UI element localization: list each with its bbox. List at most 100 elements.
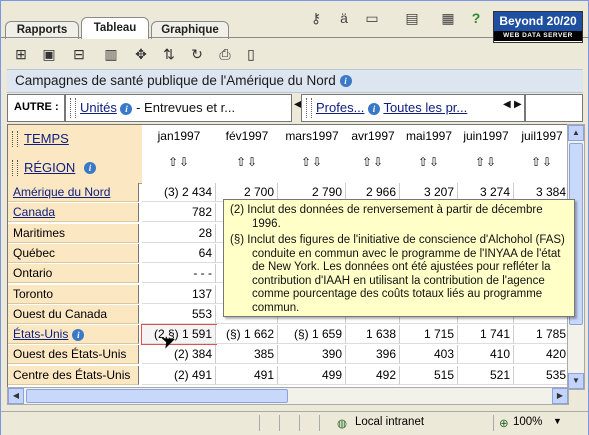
profession-info-icon[interactable]: i <box>368 102 381 115</box>
column-header-label[interactable]: avr1997 <box>346 129 400 143</box>
column-header: mai1997 ⇧⇩ <box>400 125 459 184</box>
column-header-label[interactable]: mars1997 <box>278 129 346 143</box>
table-cell[interactable]: 553 <box>142 305 216 324</box>
time-axis-link[interactable]: TEMPS <box>24 131 69 146</box>
table-cell[interactable]: (§) 1 659 <box>278 325 346 344</box>
column-icon[interactable]: ▥ <box>99 43 123 65</box>
row-header-label[interactable]: Canada <box>13 205 55 219</box>
spellcheck-icon[interactable]: ▦ <box>439 9 457 27</box>
table-cell[interactable]: 64 <box>142 244 216 263</box>
table-cell[interactable]: - - - <box>142 264 216 283</box>
table-cell[interactable]: 535 <box>514 366 568 385</box>
table-cell[interactable]: (2) 491 <box>142 366 216 385</box>
scroll-right-button[interactable]: ▶ <box>552 388 568 404</box>
table-icon[interactable]: ▣ <box>37 43 61 65</box>
dimension-units-selector[interactable]: Unités i - Entrevues et r... <box>65 94 292 122</box>
logo-line1: Beyond 20/20 <box>494 12 582 31</box>
table-cell[interactable]: 403 <box>400 345 458 364</box>
row-header-label: Ouest des États-Unis <box>13 347 127 361</box>
pivot-icon[interactable]: ⊞ <box>9 43 33 65</box>
browser-window: Rapports Tableau Graphique ⚷ ä ▭ ▤ ▦ ? B… <box>0 0 589 435</box>
table-cell[interactable]: (2,§) 1 591 <box>141 324 217 345</box>
row-header[interactable]: Amérique du Nord <box>8 183 139 202</box>
title-info-icon[interactable]: i <box>339 75 352 88</box>
table-cell[interactable]: 1 741 <box>458 325 514 344</box>
table-cell[interactable]: 1 638 <box>346 325 400 344</box>
sort-arrows-icon[interactable]: ⇧⇩ <box>400 155 458 169</box>
table-cell[interactable]: 1 715 <box>400 325 458 344</box>
units-info-icon[interactable]: i <box>120 102 133 115</box>
help-icon[interactable]: ? <box>467 9 485 27</box>
table-cell[interactable]: (3) 2 434 <box>142 183 216 202</box>
footnote-section: (§) Inclut des figures de l'initiative d… <box>230 234 568 315</box>
column-header-label[interactable]: fév1997 <box>216 129 278 143</box>
table-cell[interactable]: 492 <box>346 366 400 385</box>
table-cell[interactable]: 385 <box>216 345 278 364</box>
row-header-label[interactable]: Amérique du Nord <box>13 185 110 199</box>
drag-handle[interactable] <box>12 160 18 176</box>
table-cell[interactable]: 137 <box>142 285 216 304</box>
table-cell[interactable]: 420 <box>514 345 568 364</box>
table-cell[interactable]: 499 <box>278 366 346 385</box>
row-header: Ouest du Canada <box>8 305 139 324</box>
dimension-units-link[interactable]: Unités <box>80 100 117 115</box>
table-cell[interactable]: 521 <box>458 366 514 385</box>
dimension-profession-link[interactable]: Profes... <box>316 100 364 115</box>
table-cell[interactable]: (§) 1 662 <box>216 325 278 344</box>
sort-arrows-icon[interactable]: ⇧⇩ <box>514 155 568 169</box>
table-cell[interactable]: 410 <box>458 345 514 364</box>
table-cell[interactable]: 782 <box>142 203 216 222</box>
table-cell[interactable]: 396 <box>346 345 400 364</box>
move-icon[interactable]: ✥ <box>129 43 153 65</box>
row-header[interactable]: Canada <box>8 203 139 222</box>
key-icon[interactable]: ⚷ <box>307 9 325 27</box>
region-axis-link[interactable]: RÉGION <box>24 160 75 175</box>
table-cell[interactable]: 491 <box>216 366 278 385</box>
scroll-up-button[interactable]: ▲ <box>568 125 584 141</box>
drag-handle[interactable] <box>70 98 76 118</box>
horizontal-scroll-thumb[interactable] <box>26 389 288 403</box>
column-header-label[interactable]: juil1997 <box>514 129 568 143</box>
column-header-label[interactable]: juin1997 <box>458 129 514 143</box>
zoom-level[interactable]: 100% <box>513 416 542 428</box>
zoom-dropdown-icon[interactable]: ▼ <box>553 416 562 426</box>
footnote-section-mark: (§) <box>230 234 245 246</box>
tab-tableau[interactable]: Tableau <box>81 17 149 39</box>
window-icon[interactable]: ▤ <box>403 9 421 27</box>
printer-icon[interactable]: ⎙ <box>213 43 237 65</box>
table-cell[interactable]: 390 <box>278 345 346 364</box>
sort-icon[interactable]: ⇅ <box>157 43 181 65</box>
row-header[interactable]: États-Unis i <box>8 325 139 344</box>
table-cell[interactable]: 515 <box>400 366 458 385</box>
column-header-label[interactable]: mai1997 <box>400 129 458 143</box>
sort-arrows-icon[interactable]: ⇧⇩ <box>346 155 400 169</box>
sort-arrows-icon[interactable]: ⇧⇩ <box>216 155 278 169</box>
language-icon[interactable]: ä <box>335 9 353 27</box>
drag-handle[interactable] <box>12 131 18 147</box>
scroll-left-button[interactable]: ◀ <box>8 388 24 404</box>
clipboard-icon[interactable]: ▯ <box>239 43 263 65</box>
open-folder-icon[interactable]: ⊟ <box>67 43 91 65</box>
row-header-label[interactable]: États-Unis <box>13 327 68 341</box>
status-bar: ◍ Local intranet ⊕ 100% ▼ <box>1 411 588 435</box>
footnote-2-mark: (2) <box>230 204 245 216</box>
column-header-label[interactable]: jan1997 <box>142 129 216 143</box>
sort-arrows-icon[interactable]: ⇧⇩ <box>278 155 346 169</box>
profession-prev-arrow[interactable]: ◀ <box>503 99 511 110</box>
region-info-icon[interactable]: i <box>84 162 96 174</box>
row-header-label: Ontario <box>13 266 53 280</box>
profession-next-arrow[interactable]: ▶ <box>514 99 522 110</box>
row-info-icon[interactable]: i <box>72 328 85 341</box>
dimension-profession-selector[interactable]: Profes... i Toutes les pr... <box>301 94 525 122</box>
dimension-profession-value[interactable]: Toutes les pr... <box>383 100 467 115</box>
sort-arrows-icon[interactable]: ⇧⇩ <box>458 155 514 169</box>
empty-dimension-slot[interactable] <box>525 94 583 122</box>
folder-icon[interactable]: ▭ <box>363 9 381 27</box>
horizontal-scrollbar[interactable]: ◀ ▶ <box>7 387 569 405</box>
drag-handle[interactable] <box>306 98 312 118</box>
sort-arrows-icon[interactable]: ⇧⇩ <box>142 155 216 169</box>
table-cell[interactable]: 1 785 <box>514 325 568 344</box>
scroll-down-button[interactable]: ▼ <box>568 373 584 389</box>
refresh-icon[interactable]: ↻ <box>185 43 209 65</box>
table-cell[interactable]: 28 <box>142 224 216 243</box>
